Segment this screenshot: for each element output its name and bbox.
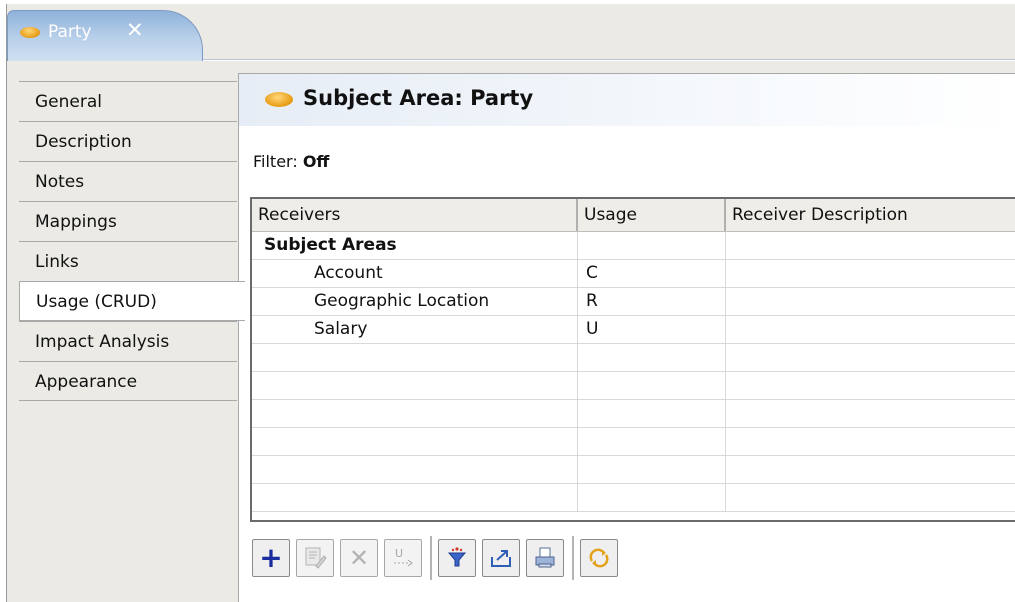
description-cell <box>726 260 1015 287</box>
editor-window: Party ✕ General Description Notes Mappin… <box>6 4 1015 602</box>
usage-cell <box>578 232 726 259</box>
sidebar-item-usage-crud[interactable]: Usage (CRUD) <box>19 281 245 321</box>
filter-icon <box>447 547 467 567</box>
tab-party[interactable]: Party ✕ <box>7 10 203 61</box>
sidebar-item-description[interactable]: Description <box>19 121 237 161</box>
page-title: Subject Area: Party <box>303 86 534 110</box>
table-row[interactable]: Geographic Location R <box>252 288 1015 316</box>
usage-cell: U <box>578 316 726 343</box>
sidebar: General Description Notes Mappings Links… <box>19 81 245 401</box>
print-button[interactable] <box>526 539 564 577</box>
receiver-cell: Geographic Location <box>252 288 578 315</box>
description-cell <box>726 232 1015 259</box>
tab-strip: Party ✕ <box>7 4 1015 61</box>
empty-row <box>252 400 1015 428</box>
usage-button[interactable]: U <box>384 539 422 577</box>
edit-icon <box>305 547 327 569</box>
sidebar-item-links[interactable]: Links <box>19 241 237 281</box>
editor-content: General Description Notes Mappings Links… <box>7 61 1015 602</box>
print-icon <box>535 547 555 568</box>
export-icon <box>491 550 511 567</box>
table-header: Receivers Usage Receiver Description <box>252 199 1015 232</box>
svg-text:U: U <box>395 547 403 560</box>
sidebar-item-notes[interactable]: Notes <box>19 161 237 201</box>
add-icon: + <box>259 541 283 574</box>
subject-area-oval-icon <box>20 27 40 38</box>
toolbar-separator <box>572 536 574 580</box>
filter-button[interactable] <box>438 539 476 577</box>
sidebar-item-mappings[interactable]: Mappings <box>19 201 237 241</box>
column-header-receiver-description[interactable]: Receiver Description <box>726 199 1015 231</box>
sidebar-item-general[interactable]: General <box>19 81 237 121</box>
receiver-cell: Salary <box>252 316 578 343</box>
refresh-icon <box>589 548 609 568</box>
description-cell <box>726 288 1015 315</box>
tab-label: Party <box>48 22 92 42</box>
usage-cell: R <box>578 288 726 315</box>
toolbar-separator <box>430 536 432 580</box>
usage-cell: C <box>578 260 726 287</box>
table-row[interactable]: Account C <box>252 260 1015 288</box>
filter-value: Off <box>302 152 330 171</box>
sidebar-item-appearance[interactable]: Appearance <box>19 361 237 401</box>
filter-label: Filter: <box>253 152 298 171</box>
close-icon[interactable]: ✕ <box>126 18 144 42</box>
usage-icon: U <box>394 547 413 567</box>
delete-icon: ✕ <box>348 544 370 572</box>
usage-panel: Subject Area: Party Filter: Off Receiver… <box>238 73 1015 602</box>
empty-row <box>252 484 1015 512</box>
export-button[interactable] <box>482 539 520 577</box>
empty-row <box>252 372 1015 400</box>
column-header-usage[interactable]: Usage <box>578 199 726 231</box>
filter-status: Filter: Off <box>253 152 329 171</box>
receiver-cell: Subject Areas <box>252 232 578 259</box>
table-toolbar: + ✕ U <box>252 534 624 582</box>
sidebar-item-impact-analysis[interactable]: Impact Analysis <box>19 321 237 361</box>
column-header-receivers[interactable]: Receivers <box>252 199 578 231</box>
refresh-button[interactable] <box>580 539 618 577</box>
edit-button[interactable] <box>296 539 334 577</box>
subject-area-oval-icon <box>265 92 293 107</box>
receiver-cell: Account <box>252 260 578 287</box>
delete-button[interactable]: ✕ <box>340 539 378 577</box>
panel-header: Subject Area: Party <box>239 74 1015 126</box>
table-row[interactable]: Salary U <box>252 316 1015 344</box>
description-cell <box>726 316 1015 343</box>
empty-row <box>252 456 1015 484</box>
table-row[interactable]: Subject Areas <box>252 232 1015 260</box>
empty-row <box>252 428 1015 456</box>
add-button[interactable]: + <box>252 539 290 577</box>
receivers-table: Receivers Usage Receiver Description Sub… <box>250 197 1015 522</box>
empty-row <box>252 344 1015 372</box>
